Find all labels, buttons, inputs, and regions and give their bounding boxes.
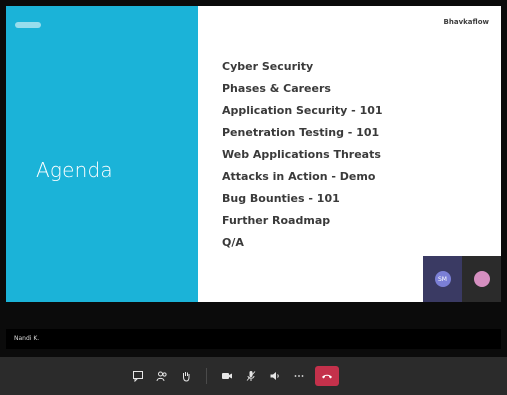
agenda-item: Web Applications Threats [222,148,381,161]
agenda-item: Bug Bounties - 101 [222,192,340,205]
chat-icon[interactable] [130,368,146,384]
agenda-item: Cyber Security [222,60,314,73]
speaker-icon[interactable] [267,368,283,384]
slide-brand-text: Bhavkaflow [443,18,489,26]
presenter-name: Nandi K. [14,335,40,342]
controls-divider [206,368,207,384]
agenda-item: Attacks in Action - Demo [222,170,376,183]
mic-icon[interactable] [243,368,259,384]
participant-tiles: SM [423,256,501,302]
avatar: SM [434,271,451,287]
hang-up-icon [321,372,333,380]
agenda-item: Penetration Testing - 101 [222,126,380,139]
call-controls-bar [0,357,507,395]
camera-icon[interactable] [219,368,235,384]
participants-icon[interactable] [154,368,170,384]
slide-title-panel: Agenda [6,6,198,302]
meeting-window: Agenda Bhavkaflow Cyber Security Phases … [0,0,507,395]
presenter-label-strip: Nandi K. [6,329,501,349]
call-controls [130,365,339,387]
raise-hand-icon[interactable] [178,368,194,384]
agenda-item: Phases & Careers [222,82,331,95]
agenda-list: Cyber Security Phases & Careers Applicat… [222,56,383,254]
participant-tile[interactable] [462,256,501,302]
avatar [473,271,490,287]
hang-up-button[interactable] [315,366,339,386]
slide-title: Agenda [36,158,113,182]
participant-tile[interactable]: SM [423,256,462,302]
agenda-item: Q/A [222,236,244,249]
more-options-icon[interactable] [291,368,307,384]
agenda-item: Further Roadmap [222,214,331,227]
slide-logo-mark [15,22,41,28]
agenda-item: Application Security - 101 [222,104,383,117]
